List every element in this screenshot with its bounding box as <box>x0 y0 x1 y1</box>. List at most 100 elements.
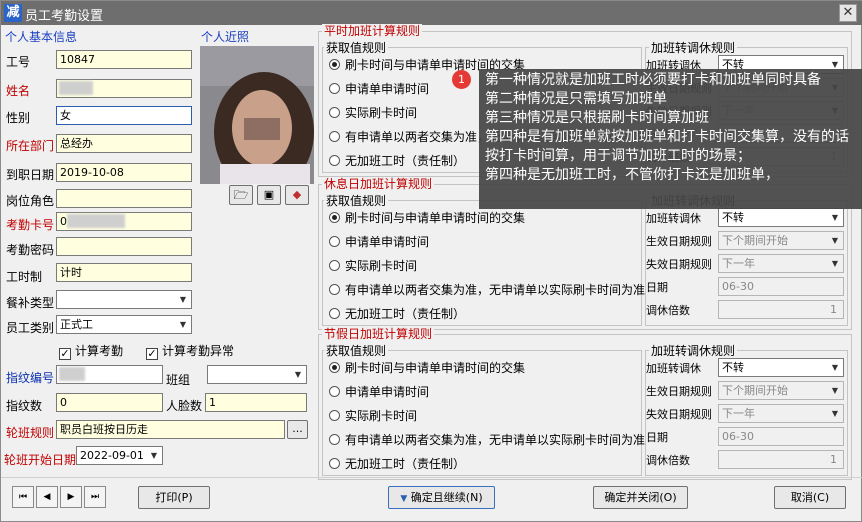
rule-option-radio[interactable]: 无加班工时（责任制） <box>329 305 465 322</box>
rule-option-radio[interactable]: 申请单申请时间 <box>329 383 429 400</box>
first-record-icon[interactable]: ⏮ <box>12 486 34 508</box>
shift-start-label: 轮班开始日期 <box>4 453 77 467</box>
rule-option-label: 无加班工时（责任制） <box>345 307 466 321</box>
cancel-button[interactable]: 取消(C) <box>774 486 846 509</box>
leave-date-input-value: 06-30 <box>722 430 754 443</box>
shift-rule-browse-button[interactable]: ... <box>287 420 308 439</box>
rule-option-radio[interactable]: 无加班工时（责任制） <box>329 455 465 472</box>
rule-group-title: 获取值规则 <box>324 194 389 208</box>
password-label: 考勤密码 <box>6 243 55 257</box>
title-bar: 减 员工考勤设置 ✕ <box>1 1 862 25</box>
fp-count-input[interactable]: 0 <box>56 393 163 412</box>
window-title: 员工考勤设置 <box>25 9 104 24</box>
role-input[interactable] <box>56 189 192 208</box>
rule-option-radio[interactable]: 实际刷卡时间 <box>329 257 417 274</box>
meal-type-select[interactable]: ▼ <box>56 290 192 309</box>
next-record-icon[interactable]: ▶ <box>60 486 82 508</box>
join-date-input[interactable]: 2019-10-08 <box>56 163 192 182</box>
emp-type-value: 正式工 <box>60 318 93 331</box>
shift-start-date-picker[interactable]: 2022-09-01 ▼ <box>76 446 163 465</box>
calc-abnormal-label: 计算考勤异常 <box>162 344 235 358</box>
rule-option-radio[interactable]: 有申请单以两者交集为准，无申请单以实际刷卡时间为准 <box>329 281 645 298</box>
rule-option-radio[interactable]: 申请单申请时间 <box>329 80 429 97</box>
rule-option-label: 有申请单以两者交集为准，无申请单以实际刷卡时间为准 <box>345 433 646 447</box>
leave-mult-input[interactable]: 1 <box>718 450 844 469</box>
confirm-continue-button[interactable]: ▼ 确定且继续(N) <box>388 486 495 509</box>
leave-rule-title: 加班转调休规则 <box>649 344 738 358</box>
leave-date-input-value: 06-30 <box>722 280 754 293</box>
leave-date-input[interactable]: 06-30 <box>718 277 844 296</box>
prev-record-icon[interactable]: ◀ <box>36 486 58 508</box>
gender-input[interactable]: 女 <box>56 106 192 125</box>
leave-exp-select[interactable]: 下一年 ▼ <box>718 254 844 273</box>
rule-option-radio[interactable]: 有申请单以两者交集为准，无申请单以实际刷卡时间为准 <box>329 431 645 448</box>
radio-dot-icon <box>329 107 340 118</box>
leave-date-label: 日期 <box>646 431 668 444</box>
radio-dot-icon <box>329 236 340 247</box>
chevron-down-icon: ▼ <box>831 213 839 222</box>
rule-option-label: 申请单申请时间 <box>345 82 430 96</box>
leave-eff-label: 生效日期规则 <box>646 235 712 248</box>
rule-option-radio[interactable]: 刷卡时间与申请单申请时间的交集 <box>329 209 525 226</box>
emp-no-input[interactable]: 10847 <box>56 50 192 69</box>
password-input[interactable] <box>56 237 192 256</box>
hours-type-input[interactable]: 计时 <box>56 263 192 282</box>
radio-dot-icon <box>329 362 340 373</box>
calc-attendance-checkbox[interactable]: ✓ 计算考勤 <box>59 342 123 360</box>
folder-icon[interactable]: 🗁 <box>229 185 253 205</box>
leave-eff-select[interactable]: 下个期间开始 ▼ <box>718 381 844 400</box>
leave-convert-select[interactable]: 不转 ▼ <box>718 208 844 227</box>
meal-type-label: 餐补类型 <box>6 296 55 310</box>
close-icon[interactable]: ✕ <box>839 4 857 22</box>
chevron-down-icon: ▼ <box>831 259 839 268</box>
eraser-icon[interactable]: ◆ <box>285 185 309 205</box>
leave-date-input[interactable]: 06-30 <box>718 427 844 446</box>
radio-dot-icon <box>329 410 340 421</box>
rule-option-radio[interactable]: 实际刷卡时间 <box>329 104 417 121</box>
leave-eff-select-value: 下个期间开始 <box>722 384 788 397</box>
double-chevron-down-icon: ▼ <box>400 494 408 504</box>
ot-section-title: 平时加班计算规则 <box>322 24 423 38</box>
leave-mult-input[interactable]: 1 <box>718 300 844 319</box>
rule-option-radio[interactable]: 刷卡时间与申请单申请时间的交集 <box>329 359 525 376</box>
last-record-icon[interactable]: ⏭ <box>84 486 106 508</box>
chevron-down-icon: ▼ <box>831 363 839 372</box>
dept-label: 所在部门 <box>6 139 55 153</box>
ot-section-title: 节假日加班计算规则 <box>322 327 435 341</box>
chevron-down-icon: ▼ <box>831 409 839 418</box>
shift-rule-input[interactable]: 职员白班按日历走 <box>56 420 285 439</box>
radio-dot-icon <box>329 458 340 469</box>
print-button[interactable]: 打印(P) <box>138 486 210 509</box>
calc-abnormal-checkbox[interactable]: ✓ 计算考勤异常 <box>146 342 234 360</box>
rule-option-radio[interactable]: 无加班工时（责任制） <box>329 152 465 169</box>
leave-exp-select[interactable]: 下一年 ▼ <box>718 404 844 423</box>
leave-exp-select-value: 下一年 <box>722 407 755 420</box>
team-select[interactable]: ▼ <box>207 365 307 384</box>
leave-rule-title: 加班转调休规则 <box>649 41 738 55</box>
emp-type-select[interactable]: 正式工 ▼ <box>56 315 192 334</box>
tooltip-line: 第二种情况是只需填写加班单 <box>485 91 667 107</box>
tooltip-line: 第一种情况就是加班工时必须要打卡和加班单同时具备 <box>485 72 821 88</box>
app-icon: 减 <box>4 4 22 22</box>
hours-type-label: 工时制 <box>6 270 43 284</box>
chevron-down-icon: ▼ <box>831 386 839 395</box>
leave-exp-label: 失效日期规则 <box>646 408 712 421</box>
leave-exp-label: 失效日期规则 <box>646 258 712 271</box>
chevron-down-icon: ▼ <box>831 236 839 245</box>
dept-input[interactable]: 总经办 <box>56 134 192 153</box>
camera-icon[interactable]: ▣ <box>257 185 281 205</box>
confirm-continue-label: 确定且继续(N) <box>410 491 483 504</box>
leave-convert-select[interactable]: 不转 ▼ <box>718 358 844 377</box>
chevron-down-icon: ▼ <box>150 451 158 460</box>
confirm-close-button[interactable]: 确定并关闭(O) <box>593 486 688 509</box>
face-count-input[interactable]: 1 <box>205 393 307 412</box>
rule-option-label: 无加班工时（责任制） <box>345 154 466 168</box>
rule-option-radio[interactable]: 实际刷卡时间 <box>329 407 417 424</box>
rule-option-radio[interactable]: 申请单申请时间 <box>329 233 429 250</box>
rule-group-title: 获取值规则 <box>324 344 389 358</box>
info-badge[interactable]: 1 <box>452 70 471 89</box>
checkbox-check-icon: ✓ <box>146 347 158 360</box>
leave-eff-select[interactable]: 下个期间开始 ▼ <box>718 231 844 250</box>
rule-option-label: 刷卡时间与申请单申请时间的交集 <box>345 361 526 375</box>
leave-mult-label: 调休倍数 <box>646 454 690 467</box>
